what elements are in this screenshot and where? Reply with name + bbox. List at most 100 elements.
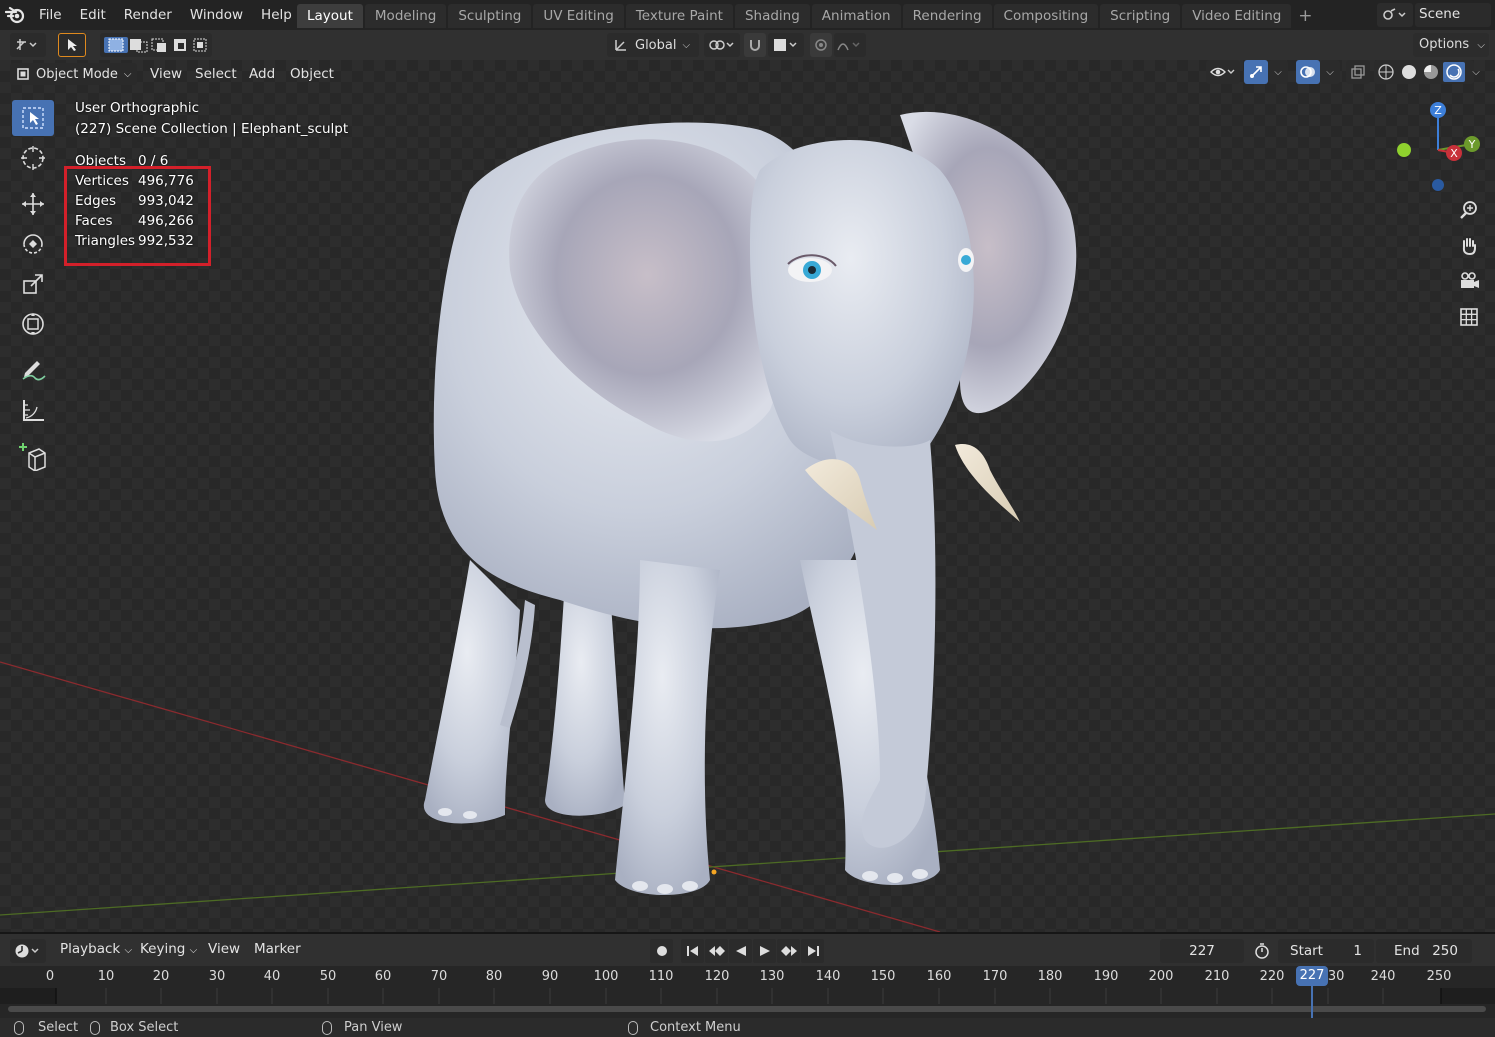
overlays-toggle[interactable]: [1296, 60, 1320, 84]
playhead-frame-label[interactable]: 227: [1296, 966, 1328, 986]
hand-icon: [1462, 238, 1476, 256]
tab-layout[interactable]: Layout: [297, 4, 363, 28]
play-reverse-button[interactable]: [729, 939, 752, 963]
viewport-menu-object[interactable]: Object: [290, 64, 334, 84]
xray-toggle[interactable]: [1346, 60, 1370, 84]
chevron-down-icon: ⌵: [1477, 40, 1485, 51]
timeline-menu-marker[interactable]: Marker: [254, 941, 301, 957]
camera-view-button[interactable]: [1455, 267, 1483, 295]
perspective-toggle-button[interactable]: [1455, 303, 1483, 331]
object-mode-dropdown[interactable]: Object Mode ⌵: [10, 63, 137, 85]
pan-button[interactable]: [1455, 232, 1483, 260]
tab-video-editing[interactable]: Video Editing: [1182, 4, 1292, 28]
scene-name-field[interactable]: Scene: [1415, 3, 1491, 27]
tab-shading[interactable]: Shading: [734, 4, 810, 28]
tool-rotate[interactable]: [12, 226, 54, 262]
solid-shading-icon[interactable]: [1402, 65, 1416, 79]
tab-compositing[interactable]: Compositing: [993, 4, 1099, 28]
select-box-icon: [22, 107, 44, 129]
chevron-down-icon: ⌵: [189, 945, 198, 956]
tab-texture-paint[interactable]: Texture Paint: [625, 4, 733, 28]
select-extend-icon[interactable]: [130, 39, 148, 53]
menu-render[interactable]: Render: [115, 2, 181, 28]
timeline-scrollbar[interactable]: [8, 1006, 1486, 1012]
chevron-down-icon: ⌵: [124, 945, 133, 956]
tool-select-box[interactable]: [12, 100, 54, 136]
timeline-menu-playback[interactable]: Playback ⌵: [60, 941, 132, 957]
select-subtract-icon[interactable]: [151, 38, 166, 52]
snap-target-dropdown[interactable]: [768, 33, 804, 57]
menu-window[interactable]: Window: [181, 2, 252, 28]
3d-viewport[interactable]: Object Mode ⌵ View Select Add Object ⌵ ⌵: [0, 60, 1495, 932]
menu-file[interactable]: File: [30, 2, 71, 28]
measure-ruler-icon: [23, 400, 44, 421]
snap-toggle[interactable]: [744, 33, 766, 57]
ruler-num: 70: [430, 969, 448, 984]
playback-controls: [650, 939, 824, 963]
viewport-menu-view[interactable]: View: [150, 64, 182, 84]
end-value: 250: [1432, 943, 1458, 959]
tab-sculpting[interactable]: Sculpting: [448, 4, 532, 28]
select-intersect-icon[interactable]: [193, 38, 207, 52]
preview-range-toggle[interactable]: [1250, 939, 1274, 963]
rendered-shading-icon[interactable]: [1443, 62, 1465, 82]
jump-start-button[interactable]: [681, 939, 704, 963]
wireframe-shading-icon[interactable]: [1378, 64, 1394, 80]
end-frame-field[interactable]: End 250: [1376, 939, 1472, 963]
play-button[interactable]: [753, 939, 776, 963]
tab-scripting[interactable]: Scripting: [1100, 4, 1181, 28]
tool-cursor[interactable]: [12, 140, 54, 176]
cursor-arrow-icon: [68, 39, 77, 51]
tool-measure[interactable]: [12, 392, 54, 428]
record-button[interactable]: [650, 939, 673, 963]
tool-add-cube[interactable]: [12, 438, 54, 474]
tab-animation[interactable]: Animation: [811, 4, 901, 28]
tab-modeling[interactable]: Modeling: [364, 4, 447, 28]
timeline-editor-type-button[interactable]: [10, 939, 46, 963]
gizmo-toggle[interactable]: [1244, 60, 1268, 84]
shading-dropdown[interactable]: ⌵: [1466, 60, 1486, 84]
gizmo-dropdown[interactable]: ⌵: [1268, 60, 1288, 84]
visibility-dropdown[interactable]: [1206, 60, 1240, 84]
tool-move[interactable]: [12, 186, 54, 222]
pivot-point-dropdown[interactable]: [704, 33, 740, 57]
overlays-dropdown[interactable]: ⌵: [1320, 60, 1340, 84]
playhead-line[interactable]: [1311, 986, 1313, 1018]
menu-help[interactable]: Help: [252, 2, 301, 28]
start-frame-field[interactable]: Start 1: [1278, 939, 1374, 963]
timeline-menu-view[interactable]: View: [208, 941, 240, 957]
y-axis-line: [0, 813, 1495, 916]
select-new-icon[interactable]: [104, 37, 128, 53]
timeline-ruler[interactable]: 0 10 20 30 40 50 60 70 80 90 100 110 120…: [0, 966, 1495, 1018]
transform-orientation-dropdown[interactable]: Global ⌵: [607, 33, 699, 57]
material-preview-icon[interactable]: [1424, 65, 1438, 79]
snap-increment-icon: [774, 39, 797, 51]
tab-rendering[interactable]: Rendering: [902, 4, 992, 28]
active-tool-select-button[interactable]: [58, 33, 86, 57]
tool-scale[interactable]: [12, 266, 54, 302]
tool-transform[interactable]: [12, 306, 54, 342]
add-workspace-button[interactable]: +: [1293, 4, 1317, 28]
tab-uv-editing[interactable]: UV Editing: [533, 4, 624, 28]
next-keyframe-icon: [780, 946, 797, 956]
viewport-menu-add[interactable]: Add: [249, 64, 275, 84]
timeline-menu-keying[interactable]: Keying ⌵: [140, 941, 197, 957]
editor-type-button[interactable]: [10, 33, 46, 57]
next-keyframe-button[interactable]: [777, 939, 800, 963]
navigation-gizmo[interactable]: Z Y X: [1390, 98, 1490, 198]
select-invert-icon[interactable]: [174, 39, 186, 51]
blender-logo-icon[interactable]: [0, 0, 30, 30]
prev-keyframe-button[interactable]: [705, 939, 728, 963]
zoom-button[interactable]: [1455, 196, 1483, 224]
menu-edit[interactable]: Edit: [71, 2, 115, 28]
tool-annotate[interactable]: [12, 352, 54, 388]
proportional-edit-toggle[interactable]: [810, 33, 832, 57]
scene-browse-button[interactable]: [1377, 3, 1413, 27]
magnet-icon: [750, 40, 760, 51]
options-dropdown[interactable]: Options ⌵: [1413, 33, 1489, 57]
viewport-menu-select[interactable]: Select: [195, 64, 237, 84]
current-frame-field[interactable]: 227: [1160, 939, 1244, 963]
jump-start-icon: [686, 946, 698, 956]
jump-end-button[interactable]: [801, 939, 824, 963]
falloff-dropdown[interactable]: [834, 33, 866, 57]
